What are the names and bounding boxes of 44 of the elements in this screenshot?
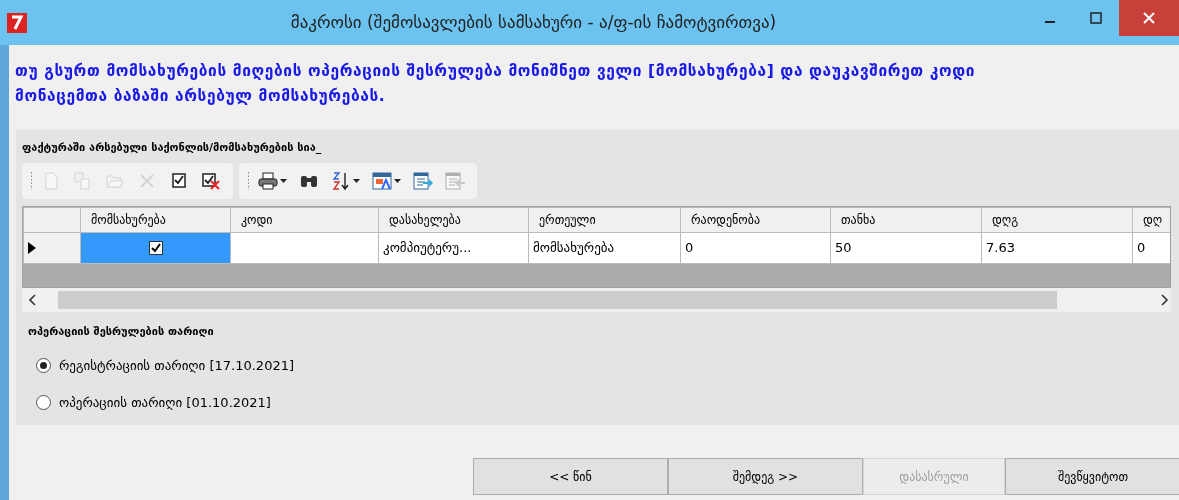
horizontal-scrollbar[interactable] — [22, 287, 1171, 312]
checkbox-icon — [169, 170, 189, 191]
copy-icon — [73, 170, 93, 191]
caret-icon — [353, 178, 360, 183]
wizard-button[interactable]: შევწყვიტოთ — [1005, 458, 1179, 495]
column-header: დღგ — [981, 207, 1133, 232]
export-icon — [413, 170, 433, 191]
import-icon — [445, 170, 465, 191]
table-cell: მომსახურება — [528, 232, 681, 263]
column-header: თანხა — [830, 207, 982, 232]
instruction-text: თუ გსურთ მომსახურების მიღების ოპერაციის შესრულება მონიშნეთ ველი [მომსახურება] და დაუკავშირეთ კოდი მონაცემთა ბაზაში არსებულ მომსახურებას. — [14, 61, 977, 107]
uncheck-icon — [201, 170, 221, 191]
font-format-icon — [372, 170, 392, 191]
caret-icon — [394, 178, 401, 183]
checkbox[interactable] — [148, 241, 163, 256]
column-header: რაოდენობა — [680, 207, 831, 232]
table-cell: კომპიუტერუ... — [378, 232, 529, 263]
radio-label: რეგისტრაციის თარიღი [17.10.2021] — [59, 357, 295, 375]
table-cell: 7.63 — [981, 232, 1133, 263]
column-header: კოდი — [230, 207, 379, 232]
wizard-button[interactable]: შემდეგ >> — [668, 458, 863, 495]
grip-icon — [247, 170, 250, 191]
window-title: მაკროსი (შემოსავლების სამსახური - ა/ფ-ის ჩამოტვირთვა) — [289, 10, 778, 34]
table-cell: 0 — [680, 232, 831, 263]
app-icon — [6, 11, 28, 34]
sort-icon — [331, 170, 351, 191]
wizard-button[interactable]: << წინ — [473, 458, 668, 495]
close-icon — [1143, 12, 1155, 24]
table-cell: 50 — [830, 232, 982, 263]
caret-icon — [280, 178, 287, 183]
grip-icon — [30, 170, 33, 191]
radio-label: ოპერაციის თარიღი [01.10.2021] — [59, 393, 271, 412]
radio-button[interactable] — [36, 394, 51, 410]
column-header: ერთეული — [528, 207, 681, 232]
column-header: დღ — [1132, 207, 1170, 232]
minimize-icon — [1045, 21, 1055, 23]
column-header: მომსახურება — [80, 207, 231, 232]
maximize-icon — [1090, 12, 1102, 24]
close-button[interactable] — [1119, 0, 1179, 36]
radio-button[interactable] — [36, 358, 51, 374]
list-title: ფაქტურაში არსებული საქონლის/მომსახურების სია_ — [22, 140, 323, 156]
group-title: ოპერაციის შესრულების თარიღი — [28, 323, 215, 340]
printer-icon — [258, 170, 278, 191]
column-header: დასახელება — [378, 207, 529, 232]
